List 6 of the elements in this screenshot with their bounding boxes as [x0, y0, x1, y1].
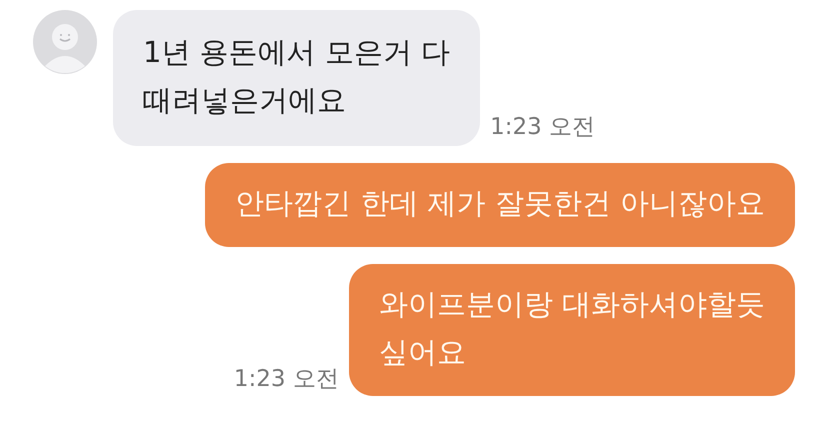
- message-bubble: 와이프분이랑 대화하셔야할듯 싶어요: [348, 264, 795, 396]
- message-bubble: 안타깝긴 한데 제가 잘못한건 아니잖아요: [205, 163, 795, 247]
- message-bubble: 1년 용돈에서 모은거 다 때려넣은거에요: [113, 10, 480, 146]
- avatar-icon: [33, 10, 97, 74]
- message-time: 1:23 오전: [234, 365, 339, 394]
- message-time: 1:23 오전: [490, 113, 596, 142]
